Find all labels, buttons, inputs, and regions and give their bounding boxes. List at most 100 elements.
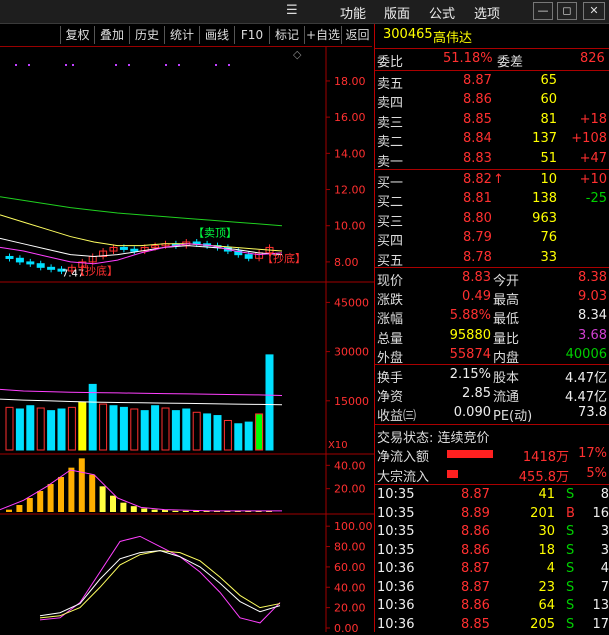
tick-row: 10:35 8.89 201 B 16 [377, 505, 609, 521]
chart-toolbar: 复权 叠加 历史 统计 画线 F10 标记 +自选 返回 [0, 24, 372, 47]
minimize-button[interactable]: — [533, 2, 553, 20]
buy-level: 买一 8.82 ↑ 10 +10 [377, 172, 607, 191]
funds-bar [99, 486, 106, 512]
fin-row: 收益㈢ 0.090 PE(动) 73.8 [377, 405, 607, 425]
flow-row: 净流入额 1418万 17% [377, 446, 607, 465]
volume-bar [5, 406, 14, 451]
volume-bar [109, 405, 118, 451]
hamburger-icon[interactable]: ☰ [286, 3, 298, 18]
tick-row: 10:35 8.87 41 S 8 [377, 487, 609, 502]
chart-area[interactable]: 8.0010.0012.0014.0016.0018.00【卖顶】【抄底】7.4… [0, 46, 374, 632]
funds-bar [130, 506, 137, 512]
candle [47, 266, 56, 270]
title-bar: ☰ 功能 版面 公式 选项 — ◻ ✕ [0, 0, 609, 24]
marker-dot [65, 64, 67, 66]
tick-row: 10:35 8.86 18 S 3 [377, 542, 609, 558]
kdj-tick-label: 100.00 [334, 520, 373, 533]
kdj-tick-label: 40.00 [334, 581, 366, 594]
funds-bar [26, 498, 33, 512]
fuquan-button[interactable]: 复权 [60, 26, 94, 44]
menu-function[interactable]: 功能 [340, 3, 366, 22]
sell-level: 卖五 8.87 65 [377, 73, 557, 92]
kdj-chart: 0.00 20.00 40.00 60.00 80.00 100.00 [39, 520, 373, 632]
volume-bar [78, 401, 87, 451]
stat-row: 总量 95880 量比 3.68 [377, 327, 607, 347]
close-button[interactable]: ✕ [583, 2, 605, 20]
stats-button[interactable]: 统计 [164, 26, 199, 44]
funds-bar [172, 510, 179, 512]
candle [130, 248, 139, 252]
volume-bar [47, 410, 56, 451]
stock-header: 300465 高伟达 [375, 26, 609, 46]
stat-row: 外盘 55874 内盘 40006 [377, 346, 607, 366]
f10-button[interactable]: F10 [234, 26, 269, 44]
buy-level: 买五 8.78 33 [377, 249, 557, 269]
volume-bar [234, 423, 243, 451]
funds-bar [151, 509, 158, 512]
volume-bar [161, 407, 170, 451]
funds-bar [89, 474, 96, 512]
restore-button[interactable]: ◻ [557, 2, 577, 20]
menu-options[interactable]: 选项 [474, 3, 500, 22]
sell-level: 卖三 8.85 81 +18 [377, 111, 607, 131]
marker-dot [178, 64, 180, 66]
candle [244, 254, 253, 259]
candle [36, 263, 45, 268]
kdj-tick-label: 20.00 [334, 602, 366, 615]
trade-status: 交易状态: 连续竞价 [377, 431, 490, 446]
kdj-tick-label: 60.00 [334, 561, 366, 574]
volume-bar [26, 405, 35, 451]
stat-row: 涨跌 0.49 最高 9.03 [377, 289, 607, 309]
ma-line [0, 214, 283, 252]
marker-dot [28, 64, 30, 66]
stock-code: 300465 [383, 27, 433, 42]
signal-buy-bottom: 【抄底】 [74, 264, 118, 278]
funds-bar [193, 510, 200, 512]
menu-formula[interactable]: 公式 [429, 3, 455, 22]
candle [26, 261, 35, 265]
volume-chart: 15000 30000 45000 X10 [0, 296, 369, 451]
volume-bar [67, 406, 76, 451]
kdj-tick-label: 80.00 [334, 541, 366, 554]
volume-bar [140, 410, 149, 451]
volume-bar [151, 405, 160, 451]
buy-level: 买三 8.80 963 [377, 210, 557, 230]
candle [119, 246, 128, 250]
funds-bar [120, 502, 127, 512]
flow-bar [447, 450, 493, 458]
volume-bar [99, 403, 108, 451]
funds-bar [141, 508, 148, 512]
price-tick-label: 16.00 [334, 111, 366, 124]
add-watchlist-button[interactable]: +自选 [304, 26, 341, 44]
marker-dot [215, 64, 217, 66]
volume-bar [15, 408, 24, 451]
overlay-button[interactable]: 叠加 [94, 26, 129, 44]
history-button[interactable]: 历史 [129, 26, 164, 44]
quote-panel: 300465 高伟达 委比 51.18% 委差 826 卖五 8.87 65 卖四 8.… [374, 24, 609, 632]
volume-bar [223, 419, 232, 451]
stock-name: 高伟达 [433, 31, 473, 46]
weibi-row: 委比 51.18% 委差 826 [377, 51, 605, 70]
stat-row: 涨幅 5.88% 最低 8.34 [377, 308, 607, 328]
volume-bar [182, 408, 191, 451]
candlestick-chart: 8.0010.0012.0014.0016.0018.00【卖顶】【抄底】7.4… [0, 64, 366, 279]
candle [5, 255, 14, 259]
stat-row: 现价 8.83 今开 8.38 [377, 270, 607, 289]
volume-bar [213, 415, 222, 451]
volume-bar [192, 411, 201, 451]
kdj-d-line [39, 550, 281, 619]
buy-level: 买四 8.79 76 [377, 230, 557, 250]
marker-dot [15, 64, 17, 66]
price-tick-label: 12.00 [334, 184, 366, 197]
mark-button[interactable]: 标记 [269, 26, 304, 44]
volume-bar [88, 383, 97, 451]
marker-dot [128, 64, 130, 66]
funds-bar [68, 467, 75, 512]
draw-line-button[interactable]: 画线 [199, 26, 234, 44]
back-button[interactable]: 返回 [341, 26, 373, 44]
menu-layout[interactable]: 版面 [384, 3, 410, 22]
price-tick-label: 8.00 [334, 256, 359, 269]
kdj-tick-label: 0.00 [334, 622, 359, 632]
volume-tick-label: 30000 [334, 346, 369, 359]
fin-row: 换手 2.15% 股本 4.47亿 [377, 367, 607, 386]
